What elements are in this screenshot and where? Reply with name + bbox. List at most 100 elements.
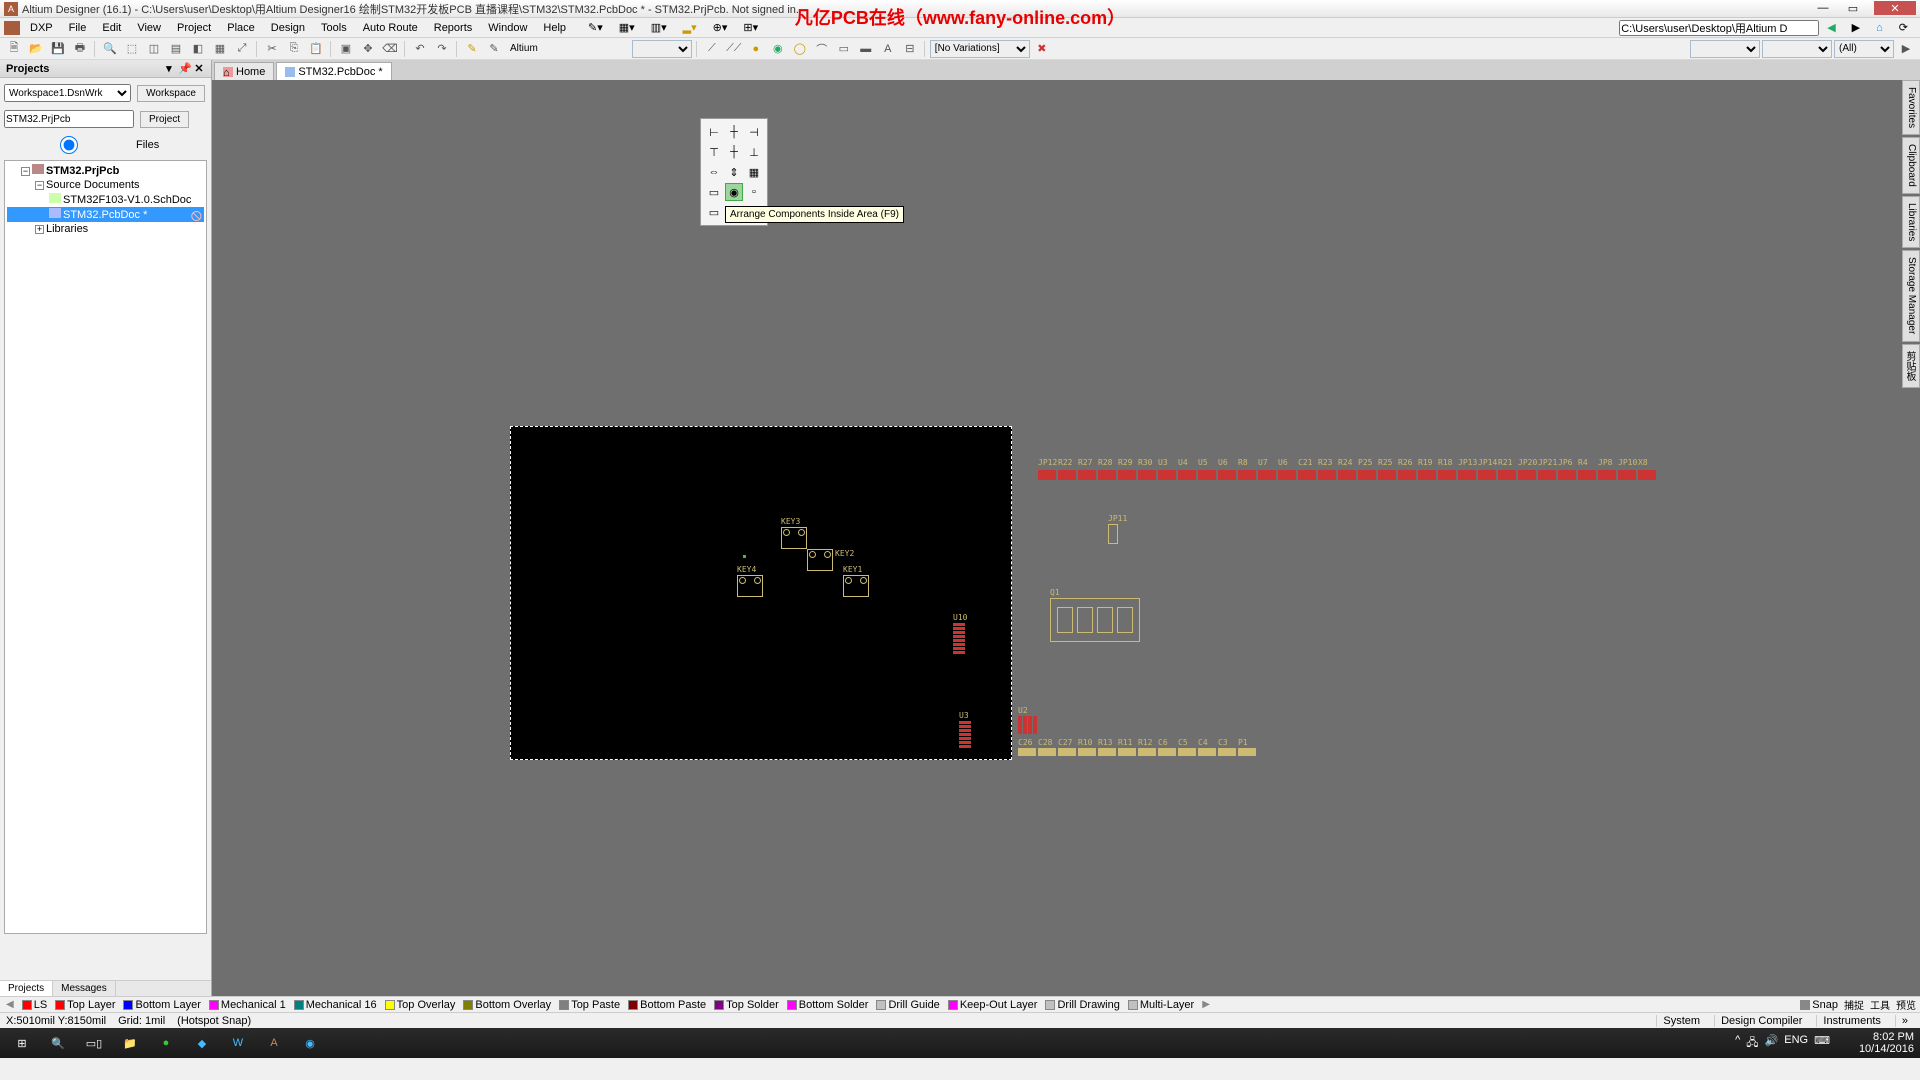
error-icon[interactable]: ✖	[1032, 40, 1052, 58]
layer-top-overlay[interactable]: Top Overlay	[385, 999, 456, 1011]
zoom-area-icon[interactable]: ⬚	[122, 40, 142, 58]
layer-scroll-left[interactable]: ◀	[4, 999, 16, 1010]
board-icon[interactable]: ▦	[210, 40, 230, 58]
rail-clipboard[interactable]: Clipboard	[1902, 137, 1920, 194]
rail-libraries[interactable]: Libraries	[1902, 196, 1920, 248]
taskbar-clock[interactable]: 8:02 PM10/14/2016	[1859, 1031, 1914, 1055]
cut-icon[interactable]: ✂	[262, 40, 282, 58]
tree-source-docs[interactable]: −Source Documents	[7, 178, 204, 192]
tray-lang[interactable]: ENG	[1784, 1034, 1808, 1053]
print-icon[interactable]: 🖶	[70, 40, 90, 58]
search-icon[interactable]: 🔍	[40, 1029, 76, 1057]
browser-icon[interactable]: ◉	[292, 1029, 328, 1057]
comp-q1[interactable]: Q1	[1050, 598, 1140, 642]
word-icon[interactable]: W	[220, 1029, 256, 1057]
rail-storage[interactable]: Storage Manager	[1902, 250, 1920, 341]
toolbar-dropdown-icon[interactable]: ✎▾	[580, 19, 611, 36]
panel-pin-icon[interactable]: 📌	[178, 62, 190, 75]
nav-fwd-icon[interactable]: ▶	[1844, 19, 1868, 36]
layer-scroll-right[interactable]: ▶	[1200, 999, 1212, 1010]
menu-dxp[interactable]: DXP	[22, 20, 61, 36]
app1-icon[interactable]: ◆	[184, 1029, 220, 1057]
cross-icon[interactable]: ⤢	[232, 40, 252, 58]
layer-top-paste[interactable]: Top Paste	[559, 999, 620, 1011]
zoom-sel-icon[interactable]: ◫	[144, 40, 164, 58]
menu-place[interactable]: Place	[219, 20, 263, 36]
comp-key3[interactable]: KEY3	[781, 527, 807, 549]
align-center-h-icon[interactable]: ┼	[725, 123, 743, 141]
dist-grid-icon[interactable]: ▦	[745, 163, 763, 181]
move-room-icon[interactable]: ▭	[705, 203, 723, 221]
preview-cn[interactable]: 预览	[1896, 997, 1916, 1012]
nav-back-icon[interactable]: ◀	[1819, 19, 1843, 36]
comp-key4[interactable]: KEY4	[737, 575, 763, 597]
rect-sel-icon[interactable]: ▫	[745, 183, 763, 201]
maximize-button[interactable]: ▭	[1844, 1, 1862, 15]
menu-help[interactable]: Help	[535, 20, 574, 36]
save-icon[interactable]: 💾	[48, 40, 68, 58]
close-button[interactable]: ✕	[1874, 1, 1916, 15]
route-diff-icon[interactable]: ⟋⟋	[724, 40, 744, 58]
menu-project[interactable]: Project	[169, 20, 219, 36]
layer-bottom-overlay[interactable]: Bottom Overlay	[463, 999, 551, 1011]
comp-u10[interactable]: U10	[953, 623, 965, 654]
menu-edit[interactable]: Edit	[94, 20, 129, 36]
status-more[interactable]: »	[1895, 1015, 1914, 1027]
toolbar-grid-icon[interactable]: ▥▾	[643, 19, 675, 36]
snap-toggle[interactable]: Snap	[1800, 999, 1838, 1011]
filter-apply-icon[interactable]: ▶	[1896, 40, 1916, 58]
menu-file[interactable]: File	[61, 20, 95, 36]
pcb-canvas[interactable]: ⊢ ┼ ⊣ ⊤ ┼ ⊥ ⇔ ⇕ ▦ ▭ ◉ ▫ ▭ Arrange Compon…	[212, 80, 1920, 996]
project-tree[interactable]: −STM32.PrjPcb −Source Documents STM32F10…	[4, 160, 207, 934]
toolbar-align-icon[interactable]: ▦▾	[611, 19, 643, 36]
snap-cn[interactable]: 捕捉	[1844, 997, 1864, 1012]
top-row-pads[interactable]	[1038, 470, 1656, 480]
align-right-icon[interactable]: ⊣	[745, 123, 763, 141]
panel-tab-messages[interactable]: Messages	[53, 981, 116, 996]
tray-net-icon[interactable]: 🖧	[1746, 1034, 1758, 1053]
tab-pcbdoc[interactable]: STM32.PcbDoc *	[276, 62, 391, 80]
menu-window[interactable]: Window	[480, 20, 535, 36]
layer-bottom-layer[interactable]: Bottom Layer	[123, 999, 200, 1011]
align-left-icon[interactable]: ⊢	[705, 123, 723, 141]
menu-autoroute[interactable]: Auto Route	[355, 20, 426, 36]
layers-icon[interactable]: ▤	[166, 40, 186, 58]
tab-home[interactable]: ⌂Home	[214, 62, 274, 80]
tools-cn[interactable]: 工具	[1870, 997, 1890, 1012]
pad-icon[interactable]: ◉	[768, 40, 788, 58]
comp-u2[interactable]: U2	[1018, 716, 1037, 734]
comp-key2[interactable]: KEY2	[807, 549, 833, 571]
menu-view[interactable]: View	[129, 20, 169, 36]
files-radio[interactable]: Files	[4, 134, 159, 156]
new-icon[interactable]: 🗎	[4, 40, 24, 58]
poly-icon[interactable]: ◯	[790, 40, 810, 58]
open-icon[interactable]: 📂	[26, 40, 46, 58]
view3d-icon[interactable]: ◧	[188, 40, 208, 58]
layer-keep-out-layer[interactable]: Keep-Out Layer	[948, 999, 1038, 1011]
layer-top-layer[interactable]: Top Layer	[55, 999, 115, 1011]
highlight-icon[interactable]: ✎	[462, 40, 482, 58]
start-button[interactable]: ⊞	[4, 1029, 40, 1057]
tree-sch[interactable]: STM32F103-V1.0.SchDoc	[7, 192, 204, 207]
toolbar-folder-icon[interactable]: ▂▾	[675, 19, 705, 36]
project-field[interactable]	[4, 110, 134, 128]
menu-design[interactable]: Design	[263, 20, 313, 36]
filter-all-combo[interactable]: (All)	[1834, 40, 1894, 58]
fill-icon[interactable]: ▬	[856, 40, 876, 58]
select-all-icon[interactable]: ▣	[336, 40, 356, 58]
status-design-compiler[interactable]: Design Compiler	[1714, 1015, 1808, 1027]
layer-bottom-solder[interactable]: Bottom Solder	[787, 999, 869, 1011]
panel-menu-icon[interactable]: ▾	[163, 62, 175, 75]
copy-icon[interactable]: ⎘	[284, 40, 304, 58]
status-system[interactable]: System	[1656, 1015, 1706, 1027]
altium-task-icon[interactable]: A	[256, 1029, 292, 1057]
layer-drill-guide[interactable]: Drill Guide	[876, 999, 939, 1011]
clear-icon[interactable]: ⌫	[380, 40, 400, 58]
task-view-icon[interactable]: ▭▯	[76, 1029, 112, 1057]
rail-favorites[interactable]: Favorites	[1902, 80, 1920, 135]
route-icon[interactable]: ⟋	[702, 40, 722, 58]
layer-combo[interactable]	[632, 40, 692, 58]
comp-u3[interactable]: U3	[959, 721, 971, 748]
filter-key-combo[interactable]	[1690, 40, 1760, 58]
nav-home-icon[interactable]: ⌂	[1868, 20, 1891, 36]
